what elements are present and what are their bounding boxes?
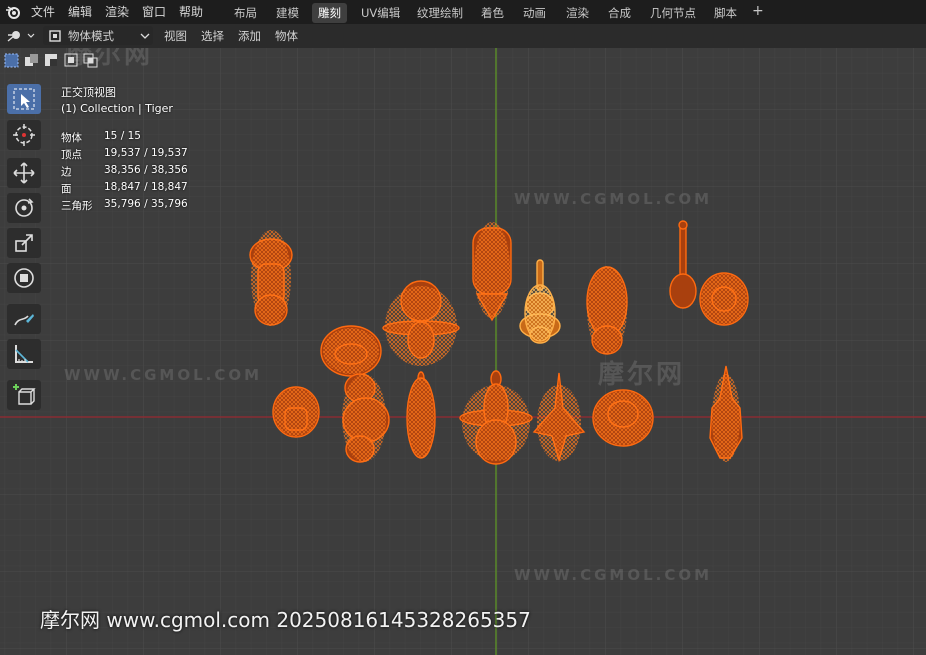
stat-value-faces: 18,847 / 18,847 xyxy=(104,181,188,193)
tab-geometry-nodes[interactable]: 几何节点 xyxy=(644,3,702,23)
stat-value-vertices: 19,537 / 19,537 xyxy=(104,147,188,159)
object-mode-icon xyxy=(49,30,61,42)
select-extend-icon[interactable] xyxy=(25,54,38,66)
menu-file[interactable]: 文件 xyxy=(31,3,55,20)
stat-label-objects: 物体 xyxy=(61,132,82,144)
footer-watermark: 摩尔网 www.cgmol.com 20250816145328265357 xyxy=(40,608,531,632)
select-intersect-icon[interactable] xyxy=(83,53,98,68)
tab-texture-paint[interactable]: 纹理绘制 xyxy=(411,3,469,23)
stat-label-vertices: 顶点 xyxy=(61,149,82,161)
view-name-label: 正交顶视图 xyxy=(61,86,116,99)
menu-edit[interactable]: 编辑 xyxy=(68,3,92,20)
menu-object[interactable]: 物体 xyxy=(275,28,298,44)
menu-render[interactable]: 渲染 xyxy=(105,3,129,20)
select-subtract-icon[interactable] xyxy=(45,54,57,66)
watermark-site-2: WWW.CGMOL.COM xyxy=(64,366,263,384)
transform-tool[interactable] xyxy=(7,263,41,293)
menu-help[interactable]: 帮助 xyxy=(179,3,203,20)
add-cube-icon xyxy=(13,384,36,405)
tab-compositing[interactable]: 合成 xyxy=(602,3,637,23)
stat-label-faces: 面 xyxy=(61,183,72,195)
tab-uv-editing[interactable]: UV编辑 xyxy=(355,3,406,23)
tab-sculpting[interactable]: 雕刻 xyxy=(312,3,347,23)
menu-select[interactable]: 选择 xyxy=(201,28,224,44)
crosshair-cursor-icon xyxy=(13,124,35,146)
watermark-site-3: WWW.CGMOL.COM xyxy=(514,566,713,584)
move-arrows-icon xyxy=(13,162,35,184)
select-cursor-icon xyxy=(13,88,35,110)
tab-modeling[interactable]: 建模 xyxy=(270,3,305,23)
annotate-tool[interactable] xyxy=(7,304,41,334)
tab-rendering[interactable]: 渲染 xyxy=(560,3,595,23)
watermark-brand-2: 摩尔网 xyxy=(598,360,686,390)
measure-tool[interactable] xyxy=(7,339,41,369)
collection-label: (1) Collection | Tiger xyxy=(61,102,173,115)
mode-dropdown[interactable]: 物体模式 xyxy=(43,26,153,45)
add-workspace-button[interactable]: + xyxy=(746,1,770,21)
transform-icon xyxy=(14,268,34,288)
tab-shading[interactable]: 着色 xyxy=(475,3,510,23)
viewport-header: 物体模式 视图 选择 添加 物体 xyxy=(0,24,926,48)
measure-ruler-icon xyxy=(15,345,33,363)
select-new-icon[interactable] xyxy=(4,53,19,68)
stat-label-triangles: 三角形 xyxy=(61,200,93,212)
menu-add[interactable]: 添加 xyxy=(238,28,261,44)
editor-type-selector[interactable] xyxy=(5,27,37,45)
tab-scripting[interactable]: 脚本 xyxy=(708,3,743,23)
watermark-site-1: WWW.CGMOL.COM xyxy=(514,190,713,208)
mode-label: 物体模式 xyxy=(68,29,114,43)
annotate-pencil-icon xyxy=(14,314,34,326)
stat-value-edges: 38,356 / 38,356 xyxy=(104,164,188,176)
stat-value-objects: 15 / 15 xyxy=(104,130,141,142)
chevron-down-icon xyxy=(140,33,150,39)
editor-type-icon xyxy=(7,31,35,42)
blender-logo-icon[interactable] xyxy=(5,4,21,20)
stat-value-triangles: 35,796 / 35,796 xyxy=(104,198,188,210)
move-tool[interactable] xyxy=(7,158,41,188)
add-cube-tool[interactable] xyxy=(7,380,41,410)
tab-animation[interactable]: 动画 xyxy=(517,3,552,23)
tab-layout[interactable]: 布局 xyxy=(228,3,263,23)
rotate-icon xyxy=(15,198,34,217)
cursor-tool[interactable] xyxy=(7,120,41,150)
stat-label-edges: 边 xyxy=(61,166,72,178)
menu-view[interactable]: 视图 xyxy=(164,28,187,44)
rotate-tool[interactable] xyxy=(7,193,41,223)
menu-window[interactable]: 窗口 xyxy=(142,3,166,20)
selection-mode-bar xyxy=(3,52,103,70)
scale-tool[interactable] xyxy=(7,228,41,258)
scale-icon xyxy=(15,234,33,252)
select-invert-icon[interactable] xyxy=(64,53,78,67)
top-menu-bar: 文件 编辑 渲染 窗口 帮助 布局 建模 雕刻 UV编辑 纹理绘制 着色 动画 … xyxy=(0,0,926,24)
select-box-tool[interactable] xyxy=(7,84,41,114)
